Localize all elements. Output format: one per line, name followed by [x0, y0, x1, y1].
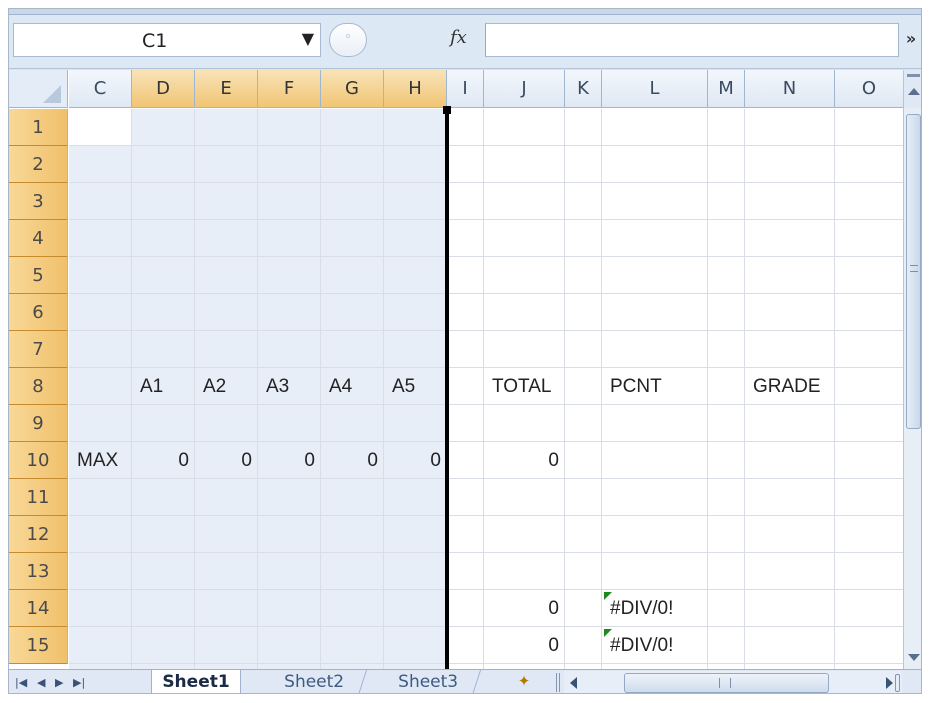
split-box-top[interactable] [904, 70, 921, 108]
worksheet-grid[interactable]: C D E F G H I J K L M N O 1 2 3 4 5 6 7 8 9 10 11 12 13 14 15 A1 A2 A3… [9, 70, 903, 669]
function-icon[interactable]: fx [450, 27, 467, 48]
error-indicator-icon[interactable] [604, 592, 612, 600]
scroll-right-icon[interactable] [886, 677, 893, 689]
cell-g10[interactable]: 0 [321, 442, 384, 479]
grid-line-horizontal [69, 515, 903, 516]
column-header-g[interactable]: G [321, 70, 384, 108]
grid-line-horizontal [69, 552, 903, 553]
row-header-3[interactable]: 3 [9, 183, 68, 220]
active-cell[interactable] [69, 109, 132, 146]
first-sheet-icon[interactable]: |◀ [15, 673, 27, 693]
vertical-scrollbar[interactable] [903, 70, 921, 669]
cell-f8[interactable]: A3 [258, 368, 321, 405]
row-header-4[interactable]: 4 [9, 220, 68, 257]
last-sheet-icon[interactable]: ▶| [73, 673, 85, 693]
cell-n8[interactable]: GRADE [745, 368, 835, 405]
grid-line-horizontal [69, 182, 903, 183]
tab-sheet1[interactable]: Sheet1 [151, 670, 241, 693]
vertical-scroll-thumb[interactable] [906, 114, 921, 429]
cell-f10[interactable]: 0 [258, 442, 321, 479]
row-header-2[interactable]: 2 [9, 146, 68, 183]
chevron-down-icon[interactable]: ▼ [302, 29, 314, 48]
row-header-15[interactable]: 15 [9, 627, 68, 664]
grid-line-horizontal [69, 330, 903, 331]
cell-e10[interactable]: 0 [195, 442, 258, 479]
column-header-d[interactable]: D [132, 70, 195, 108]
formula-input[interactable] [485, 23, 899, 57]
horizontal-scroll-thumb[interactable] [624, 673, 829, 693]
column-header-n[interactable]: N [745, 70, 835, 108]
column-header-j[interactable]: J [484, 70, 565, 108]
row-header-6[interactable]: 6 [9, 294, 68, 331]
row-header-12[interactable]: 12 [9, 516, 68, 553]
row-header-8[interactable]: 8 [9, 368, 68, 405]
row-header-7[interactable]: 7 [9, 331, 68, 368]
column-header-e[interactable]: E [195, 70, 258, 108]
horizontal-scrollbar[interactable] [564, 671, 902, 693]
column-header-k[interactable]: K [565, 70, 602, 108]
cell-l8[interactable]: PCNT [602, 368, 708, 405]
cell-j8[interactable]: TOTAL [484, 368, 565, 405]
formula-bar-handle[interactable]: ◦ [329, 23, 367, 57]
row-header-14[interactable]: 14 [9, 590, 68, 627]
formula-controls: ◦ fx [329, 23, 481, 57]
grid-line-horizontal [69, 256, 903, 257]
cell-h10[interactable]: 0 [384, 442, 447, 479]
cell-g8[interactable]: A4 [321, 368, 384, 405]
selection-right-border [445, 109, 449, 669]
sheet-tab-bar: |◀ ◀ ▶ ▶| Sheet1 Sheet2 Sheet3 ✦ [9, 669, 921, 693]
column-header-c[interactable]: C [69, 70, 132, 108]
fill-handle[interactable] [443, 106, 451, 114]
handle-glyph-icon: ◦ [344, 30, 352, 45]
name-box-value: C1 [142, 30, 168, 52]
cell-h8[interactable]: A5 [384, 368, 447, 405]
cell-j14[interactable]: 0 [484, 590, 565, 627]
tab-sheet2-label: Sheet2 [283, 672, 344, 692]
cell-c10[interactable]: MAX [69, 442, 132, 479]
tab-sheet3-label: Sheet3 [397, 672, 458, 692]
cell-d8[interactable]: A1 [132, 368, 195, 405]
grid-line-horizontal [69, 145, 903, 146]
column-header-i[interactable]: I [447, 70, 484, 108]
row-header-5[interactable]: 5 [9, 257, 68, 294]
row-header-10[interactable]: 10 [9, 442, 68, 479]
grid-line-horizontal [69, 293, 903, 294]
cell-l14[interactable]: #DIV/0! [602, 590, 708, 627]
row-header-11[interactable]: 11 [9, 479, 68, 516]
scroll-down-icon[interactable] [908, 654, 920, 661]
formula-bar: C1 ▼ ◦ fx » [9, 15, 921, 69]
excel-window: C1 ▼ ◦ fx » C D E F G H I J K L M N O 1 2 3 4 5 6 7 8 9 10 11 12… [8, 8, 922, 694]
next-sheet-icon[interactable]: ▶ [55, 673, 63, 693]
grid-line-horizontal [69, 219, 903, 220]
row-header-9[interactable]: 9 [9, 405, 68, 442]
name-box[interactable]: C1 ▼ [13, 23, 321, 57]
column-header-o[interactable]: O [835, 70, 903, 108]
cell-l15[interactable]: #DIV/0! [602, 627, 708, 664]
cell-j10[interactable]: 0 [484, 442, 565, 479]
cell-e8[interactable]: A2 [195, 368, 258, 405]
column-header-m[interactable]: M [708, 70, 745, 108]
tab-sheet3[interactable]: Sheet3 [374, 670, 482, 693]
column-header-f[interactable]: F [258, 70, 321, 108]
column-header-l[interactable]: L [602, 70, 708, 108]
select-all-corner[interactable] [9, 70, 68, 108]
horizontal-split-box[interactable] [895, 674, 900, 692]
tab-split-handle[interactable] [556, 673, 560, 692]
tab-sheet2[interactable]: Sheet2 [260, 670, 368, 693]
double-chevron-down-icon[interactable]: » [901, 23, 921, 57]
row-header-13[interactable]: 13 [9, 553, 68, 590]
prev-sheet-icon[interactable]: ◀ [37, 673, 45, 693]
scroll-up-icon[interactable] [908, 88, 920, 95]
cell-j15[interactable]: 0 [484, 627, 565, 664]
column-header-h[interactable]: H [384, 70, 447, 108]
error-indicator-icon[interactable] [604, 629, 612, 637]
insert-worksheet-icon[interactable]: ✦ [506, 672, 542, 693]
cell-d10[interactable]: 0 [132, 442, 195, 479]
row-header-1[interactable]: 1 [9, 109, 68, 146]
scroll-left-icon[interactable] [570, 677, 577, 689]
